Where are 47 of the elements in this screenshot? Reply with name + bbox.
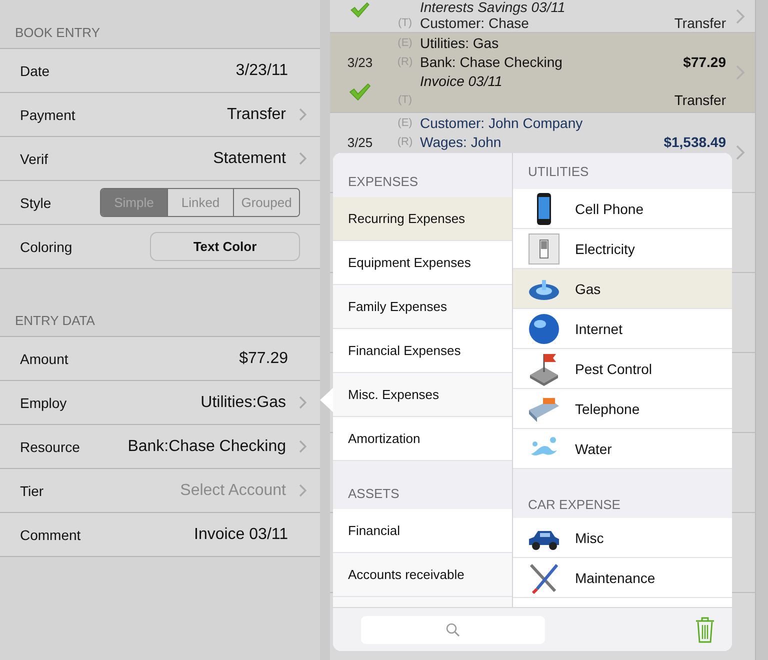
- transaction-text: Invoice 03/11: [420, 72, 504, 88]
- transaction-amount: $77.29: [683, 54, 726, 70]
- transaction-amount: $1,538.49: [664, 134, 726, 150]
- transaction-text: Interests Savings 03/11: [420, 0, 566, 15]
- line-type-tag: (E): [390, 116, 420, 128]
- transaction-text: Wages: John: [420, 134, 502, 150]
- section-header: ENTRY DATA: [14, 313, 96, 330]
- field-label: Amount: [20, 350, 70, 366]
- field-label: Employ: [20, 394, 68, 410]
- transaction-date: 3/25: [347, 134, 373, 152]
- category-group-header: UTILITIES: [513, 153, 732, 189]
- field-value: Invoice 03/11: [194, 526, 289, 544]
- field-label: Resource: [20, 438, 81, 454]
- transaction-date: 3/23: [347, 54, 373, 72]
- category-item[interactable]: Amortization: [333, 417, 512, 461]
- field-label: Comment: [20, 526, 82, 542]
- transaction-row[interactable]: Interests Savings 03/11 (T) Customer: Chase Transfer: [330, 0, 755, 33]
- line-type-tag: (T): [390, 17, 420, 29]
- field-value: $77.29: [239, 350, 289, 368]
- field-value[interactable]: Utilities:Gas: [200, 394, 299, 412]
- section-header: BOOK ENTRY: [14, 25, 102, 42]
- field-label: Date: [20, 62, 51, 78]
- category-item[interactable]: Gas: [513, 269, 732, 309]
- transaction-text: Customer: John Company: [420, 114, 584, 130]
- field-label: Coloring: [20, 238, 74, 254]
- transaction-amount: Transfer: [674, 92, 726, 108]
- field-label: Style: [20, 194, 52, 210]
- category-item[interactable]: Equipment Expenses: [333, 241, 512, 285]
- category-item[interactable]: Financial Expenses: [333, 329, 512, 373]
- line-type-tag: (R): [390, 136, 420, 148]
- text-color-button[interactable]: Text Color: [150, 232, 300, 261]
- field-label: Payment: [20, 106, 76, 122]
- transaction-text: Bank: Chase Checking: [420, 54, 564, 70]
- field-value[interactable]: Transfer: [227, 106, 299, 124]
- category-item[interactable]: Recurring Expenses: [333, 197, 512, 241]
- field-label: Verif: [20, 150, 50, 166]
- field-value: 3/23/11: [236, 62, 289, 80]
- transaction-amount: Transfer: [674, 15, 726, 31]
- transaction-text: Utilities: Gas: [420, 34, 500, 50]
- category-group-header: ASSETS: [333, 461, 512, 509]
- category-group-header: CAR EXPENSE: [513, 469, 732, 518]
- category-group-header: EXPENSES: [333, 153, 512, 197]
- category-item[interactable]: Financial: [333, 509, 512, 553]
- field-label: Tier: [20, 482, 45, 498]
- field-value[interactable]: Statement: [213, 150, 299, 168]
- transaction-text: Customer: Chase: [420, 15, 530, 31]
- field-value[interactable]: Bank:Chase Checking: [128, 438, 299, 456]
